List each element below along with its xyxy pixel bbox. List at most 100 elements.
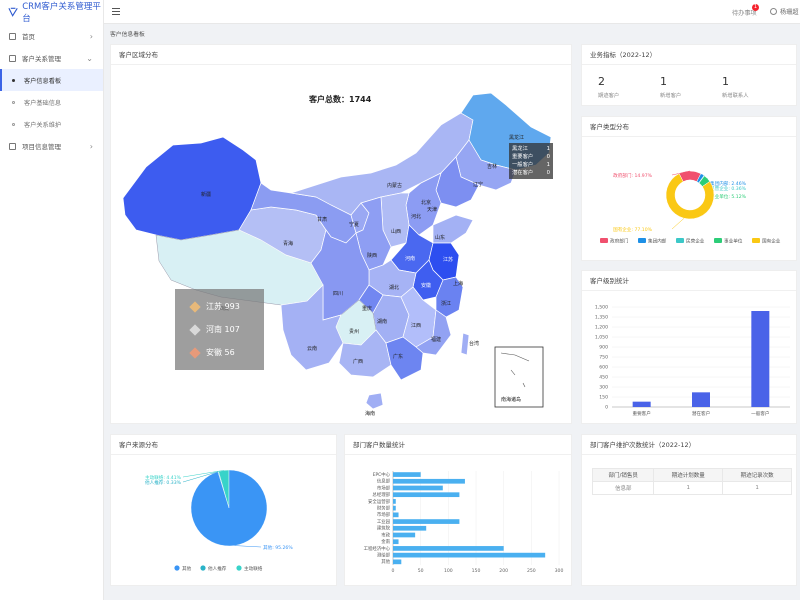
bar xyxy=(751,311,770,407)
card-title: 客户级别统计 xyxy=(582,271,796,291)
legend-label: 安徽 56 xyxy=(206,348,235,357)
label-hainan: 海南 xyxy=(365,410,375,417)
bar xyxy=(393,485,443,491)
province-taiwan[interactable] xyxy=(460,332,470,356)
pie-leader xyxy=(234,545,262,548)
home-icon xyxy=(9,32,16,40)
label-hunan: 湖南 xyxy=(377,318,387,325)
label-beijing: 北京 xyxy=(421,199,431,206)
nav-item-label: 首页 xyxy=(22,33,35,41)
label-ningxia: 宁夏 xyxy=(349,221,359,228)
source-card: 客户来源分布 其他: 95.26% 他人推荐: 0.33% 主动联络: 4.41% 其… xyxy=(110,434,337,586)
sub-item-customer-maintain[interactable]: 客户关系维护 xyxy=(0,113,103,135)
legend-swatch xyxy=(714,238,722,243)
nav-item-project[interactable]: 项目信息管理 › xyxy=(0,135,103,157)
y-tick-label: 总经理部 xyxy=(372,491,390,498)
bar xyxy=(692,392,710,407)
level-bar-chart: 0 150 300 450 600 750 900 1,050 1,200 1,350 1,500 重… xyxy=(595,305,790,417)
province-xinjiang[interactable] xyxy=(122,136,262,241)
tooltip-label: 黑龙江 xyxy=(512,146,528,152)
brand[interactable]: CRM客户关系管理平台 xyxy=(0,0,103,24)
nav-item-crm[interactable]: 客户关系管理 ⌄ xyxy=(0,47,103,69)
sub-item-label: 客户信息看板 xyxy=(24,77,62,85)
bar xyxy=(393,532,416,538)
table-header[interactable]: 期迹记录次数 xyxy=(722,468,792,482)
bar xyxy=(632,401,651,407)
table-cell: 1 xyxy=(653,481,724,495)
label-shanxi: 山西 xyxy=(391,228,401,235)
bar xyxy=(393,492,460,498)
label-tianjin: 天津 xyxy=(427,206,437,213)
stat-value: 2 xyxy=(598,75,605,88)
user-menu[interactable]: 杨珊超 xyxy=(770,7,799,16)
legend-swatch xyxy=(600,238,608,243)
breadcrumb[interactable]: 客户信息看板 xyxy=(110,29,145,38)
level-card: 客户级别统计 0 150 300 450 600 750 900 1,050 1,200 1,35… xyxy=(581,270,797,424)
card-title: 客户区域分布 xyxy=(111,45,571,65)
table-header[interactable]: 期迹计划数量 xyxy=(653,468,724,482)
label-jilin: 吉林 xyxy=(487,163,497,170)
label-shandong: 山东 xyxy=(435,234,445,241)
dept-card: 部门客户数量统计 0 50 100 150 200 250 300 EPC中心 信息部 市场部 总经… xyxy=(344,434,572,586)
bar xyxy=(393,539,399,545)
y-tick-label: 工程经济中心 xyxy=(364,545,391,552)
sub-item-customer-basic[interactable]: 客户基础信息 xyxy=(0,91,103,113)
stat-label: 新增联系人 xyxy=(722,93,749,99)
folder-icon xyxy=(9,54,16,62)
y-tick-label: 1,050 xyxy=(595,335,608,341)
map-ranking-legend: 江苏 993 河南 107 安徽 56 xyxy=(175,289,264,370)
nav-item-label: 客户关系管理 xyxy=(22,55,61,63)
y-tick-label: 150 xyxy=(599,395,608,401)
table-header[interactable]: 部门/销售员 xyxy=(591,468,655,482)
stats-card: 业务指标（2022-12） 2 期迹客户 1 新增客户 1 新增联系人 xyxy=(581,44,797,106)
label-neimenggu: 内蒙古 xyxy=(387,182,402,189)
nav-item-home[interactable]: 首页 › xyxy=(0,25,103,47)
table-row[interactable]: 信息部 1 1 xyxy=(591,481,792,495)
chevron-right-icon: › xyxy=(89,142,93,151)
legend-label: 他人推荐 xyxy=(208,565,227,572)
label-chongqing: 重庆 xyxy=(362,305,372,312)
tooltip-label: 重要客户 xyxy=(512,154,534,160)
x-tick-label: 300 xyxy=(555,568,564,574)
donut-data-label: 集团内部: 2.46% xyxy=(710,180,747,187)
type-card: 客户类型分布 政府部门: 14.97% 集团内部: 2.46% 民营企业: 0.36… xyxy=(581,116,797,261)
card-title: 客户类型分布 xyxy=(582,117,796,137)
project-icon xyxy=(9,142,16,150)
pie-slice xyxy=(190,469,268,547)
stat-label: 新增客户 xyxy=(660,93,682,99)
sidebar: CRM客户关系管理平台 首页 › 客户关系管理 ⌄ 客户信息看板 客户基础信息 … xyxy=(0,0,104,600)
y-tick-label: 900 xyxy=(599,345,608,351)
legend-swatch xyxy=(752,238,760,243)
label-hubei: 湖北 xyxy=(389,284,399,291)
donut-data-label: 事业单位: 5.12% xyxy=(710,193,747,200)
y-tick-label: 市政 xyxy=(381,531,390,538)
map-tooltip: 黑龙江 1 重要客户 0 一般客户 1 潜在客户 0 xyxy=(509,143,553,179)
y-tick-label: 600 xyxy=(599,365,608,371)
label-shanghai: 上海 xyxy=(453,280,463,287)
card-title: 业务指标（2022-12） xyxy=(582,45,796,65)
legend-row: 江苏 993 xyxy=(189,300,240,313)
bar xyxy=(393,478,465,484)
label-sichuan: 四川 xyxy=(333,291,343,297)
label-guizhou: 贵州 xyxy=(349,328,359,335)
x-tick-label: 250 xyxy=(527,568,536,574)
user-icon xyxy=(770,8,777,15)
bar xyxy=(393,505,396,511)
y-tick-label: 750 xyxy=(599,355,608,361)
stat-value: 1 xyxy=(722,75,729,88)
sub-item-label: 客户基础信息 xyxy=(24,99,62,107)
province-hainan[interactable] xyxy=(365,392,384,410)
diamond-icon xyxy=(189,346,201,359)
menu-toggle-icon[interactable] xyxy=(112,8,120,16)
label-jiangsu: 江苏 xyxy=(443,256,453,263)
label-shaanxi: 陕西 xyxy=(367,252,377,259)
diamond-icon xyxy=(189,323,201,336)
legend-label: 事业单位 xyxy=(724,238,743,245)
legend-row: 河南 107 xyxy=(189,323,240,336)
label-guangxi: 广西 xyxy=(353,358,363,365)
sub-item-customer-board[interactable]: 客户信息看板 xyxy=(0,69,103,91)
card-title: 部门客户数量统计 xyxy=(345,435,571,455)
label-south-sea: 南海诸岛 xyxy=(501,396,521,403)
y-tick-label: 市场部 xyxy=(377,511,391,518)
stat-value: 1 xyxy=(660,75,667,88)
